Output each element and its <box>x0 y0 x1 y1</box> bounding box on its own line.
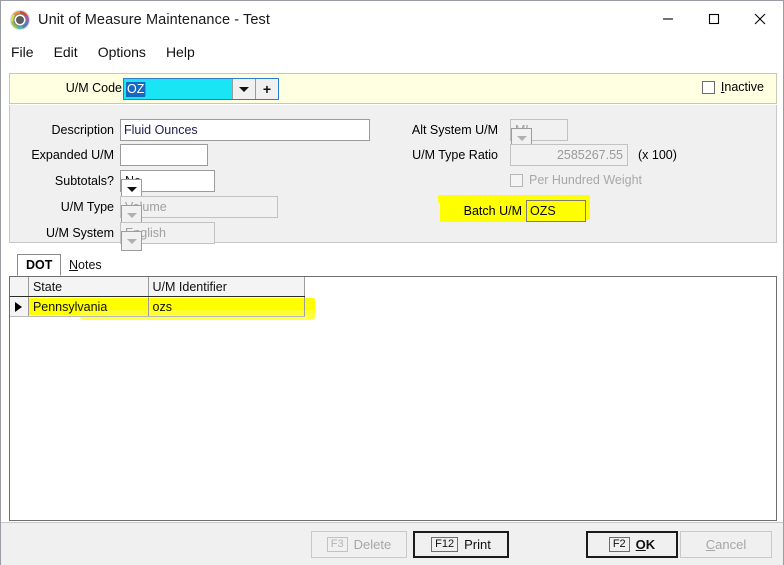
inactive-checkbox-group[interactable]: Inactive <box>701 80 764 94</box>
chevron-down-icon[interactable] <box>232 79 255 99</box>
print-fkey: F12 <box>431 537 459 552</box>
close-icon[interactable] <box>737 1 783 37</box>
grid-column-header-um-identifier[interactable]: U/M Identifier <box>148 277 305 296</box>
tab-notes-rest: otes <box>78 258 102 272</box>
grid-column-header-state[interactable]: State <box>28 277 149 296</box>
description-field[interactable]: Fluid Ounces <box>120 119 370 141</box>
um-type-ratio-label: U/M Type Ratio <box>412 148 498 162</box>
cell-state[interactable]: Pennsylvania <box>29 297 149 316</box>
batch-um-field[interactable]: OZS <box>526 200 586 222</box>
menu-item-edit[interactable]: Edit <box>54 42 89 62</box>
inactive-checkbox[interactable] <box>701 80 715 94</box>
cancel-button: Cancel <box>680 531 772 558</box>
app-gear-icon <box>11 10 29 29</box>
expanded-um-field[interactable] <box>120 144 208 166</box>
alt-system-um-dropdown: ML <box>510 119 568 148</box>
ok-label: OK <box>636 537 656 552</box>
um-code-header-band: U/M Code OZ + Inactive <box>9 73 777 104</box>
um-code-value: OZ <box>126 81 146 97</box>
text-caret <box>145 82 147 96</box>
ok-fkey: F2 <box>608 537 630 552</box>
alt-system-um-label: Alt System U/M <box>411 123 498 137</box>
delete-button: F3 Delete <box>311 531 407 558</box>
per-hundred-weight-label: Per Hundred Weight <box>529 173 643 187</box>
um-type-label: U/M Type <box>60 200 114 214</box>
print-button[interactable]: F12 Print <box>413 531 509 558</box>
tab-notes-accel: N <box>69 258 79 272</box>
tab-dot[interactable]: DOT <box>17 254 62 276</box>
table-row[interactable]: Pennsylvania ozs <box>10 297 305 317</box>
menu-item-help[interactable]: Help <box>166 42 206 62</box>
menu-bar: File Edit Options Help <box>1 38 783 65</box>
batch-um-label: Batch U/M <box>463 204 522 218</box>
expanded-um-label: Expanded U/M <box>31 148 114 162</box>
um-type-dropdown: Volume <box>120 196 278 225</box>
plus-icon[interactable]: + <box>255 79 278 99</box>
delete-label: Delete <box>353 537 392 552</box>
row-selector-triangle-icon <box>15 301 23 312</box>
application-window: Unit of Measure Maintenance - Test File … <box>0 0 784 565</box>
ok-label-rest: K <box>645 537 656 552</box>
per-hundred-weight-group: Per Hundred Weight <box>510 173 642 187</box>
grid-header-row: State U/M Identifier <box>10 277 305 297</box>
per-hundred-weight-checkbox <box>510 173 523 187</box>
um-type-ratio-suffix: (x 100) <box>638 148 677 162</box>
cancel-label: Cancel <box>706 537 746 552</box>
title-bar: Unit of Measure Maintenance - Test <box>1 1 783 38</box>
cell-um-identifier[interactable]: ozs <box>149 297 305 316</box>
um-code-input[interactable]: OZ <box>124 79 232 99</box>
delete-fkey: F3 <box>326 537 348 552</box>
um-type-value: Volume <box>125 200 167 214</box>
um-type-ratio-field: 2585267.55 <box>510 144 628 166</box>
grid-corner-cell <box>10 277 29 296</box>
ok-accel: O <box>635 537 646 552</box>
tab-notes[interactable]: Notes <box>61 254 110 276</box>
um-system-label: U/M System <box>45 226 114 240</box>
print-label: Print <box>464 537 491 552</box>
ok-button[interactable]: F2 OK <box>586 531 678 558</box>
um-system-dropdown: English <box>120 222 215 251</box>
um-code-label: U/M Code <box>65 81 122 95</box>
tab-strip: DOT Notes <box>9 254 777 276</box>
cancel-label-rest: ancel <box>715 537 747 552</box>
minimize-icon[interactable] <box>645 1 691 37</box>
subtotals-dropdown[interactable]: No <box>120 170 215 199</box>
row-selector[interactable] <box>10 297 29 316</box>
description-label: Description <box>51 123 114 137</box>
menu-item-file[interactable]: File <box>11 42 45 62</box>
maximize-icon[interactable] <box>691 1 737 37</box>
button-bar: F3 Delete F12 Print F2 OK Cancel <box>1 522 783 565</box>
window-controls <box>645 1 783 37</box>
chevron-down-icon <box>121 231 142 251</box>
menu-item-options[interactable]: Options <box>98 42 157 62</box>
inactive-label: Inactive <box>721 80 764 94</box>
cancel-accel: C <box>705 537 716 552</box>
um-code-combo[interactable]: OZ + <box>123 78 279 100</box>
inactive-rest: nactive <box>724 80 764 94</box>
dot-grid[interactable]: State U/M Identifier Pennsylvania ozs <box>9 276 777 521</box>
form-panel: Description Fluid Ounces Expanded U/M Su… <box>9 105 777 251</box>
window-title: Unit of Measure Maintenance - Test <box>38 11 271 28</box>
subtotals-label: Subtotals? <box>54 174 114 188</box>
